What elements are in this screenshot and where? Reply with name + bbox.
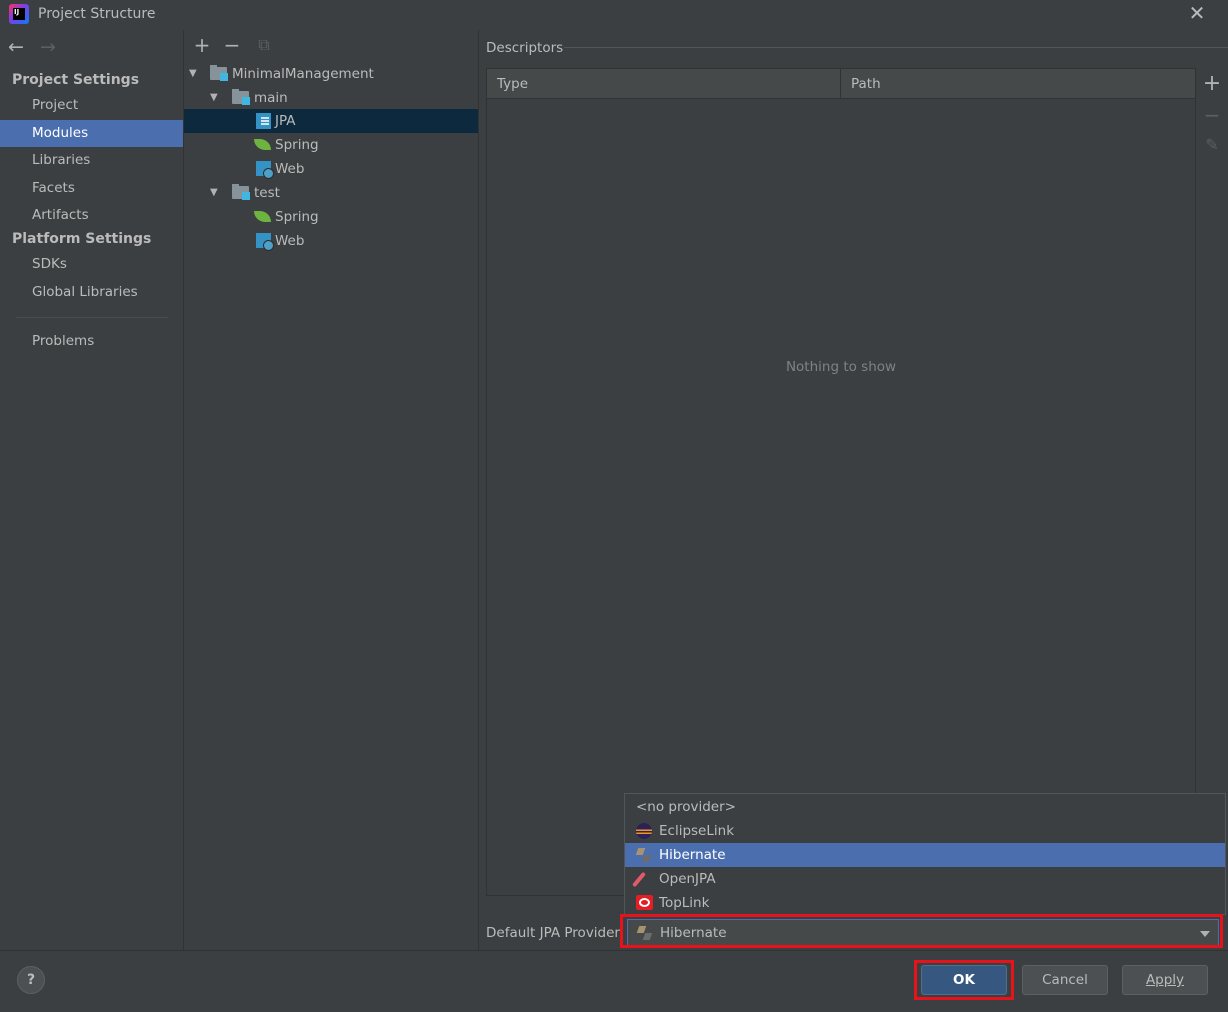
spring-leaf-icon <box>254 139 271 150</box>
platform-settings-header: Platform Settings <box>12 231 152 247</box>
tree-item-label: Spring <box>275 137 319 153</box>
sidebar-item-modules[interactable]: Modules <box>0 120 183 147</box>
tree-item-main[interactable]: ▼ main <box>184 86 479 110</box>
descriptors-table[interactable]: Type Path Nothing to show <box>486 68 1196 896</box>
sidebar-divider <box>16 317 168 318</box>
tree-item-label: MinimalManagement <box>232 66 374 82</box>
add-icon[interactable]: + <box>192 35 212 55</box>
jpa-provider-popup: <no provider> EclipseLink Hibernate Open… <box>624 793 1226 915</box>
tree-item-label: Web <box>275 161 305 177</box>
provider-option-hibernate[interactable]: Hibernate <box>625 843 1225 867</box>
help-button[interactable]: ? <box>17 966 45 994</box>
tree-item-label: JPA <box>275 113 296 129</box>
add-descriptor-icon[interactable]: + <box>1201 73 1223 95</box>
module-folder-icon <box>210 65 228 81</box>
sidebar-item-project[interactable]: Project <box>0 92 183 119</box>
settings-sidebar: ← → Project Settings Project Modules Lib… <box>0 30 183 950</box>
descriptors-separator <box>564 47 1228 48</box>
provider-option-openjpa[interactable]: OpenJPA <box>625 867 1225 891</box>
copy-icon[interactable]: ⧉ <box>254 35 274 55</box>
remove-descriptor-icon[interactable]: − <box>1201 104 1223 126</box>
expand-arrow-icon[interactable]: ▼ <box>210 181 222 205</box>
remove-icon[interactable]: − <box>222 35 242 55</box>
expand-arrow-icon[interactable]: ▼ <box>189 62 201 86</box>
window-title: Project Structure <box>38 6 156 22</box>
jpa-icon <box>256 113 271 129</box>
tree-item-label: main <box>254 90 288 106</box>
tree-item-main-spring[interactable]: Spring <box>184 133 479 157</box>
jpa-provider-dropdown[interactable]: Hibernate <box>627 919 1219 947</box>
hibernate-icon <box>636 847 652 863</box>
tree-item-label: test <box>254 185 280 201</box>
column-header-path[interactable]: Path <box>841 69 1195 99</box>
option-label: TopLink <box>659 895 710 911</box>
sidebar-item-libraries[interactable]: Libraries <box>0 147 183 174</box>
sidebar-item-sdks[interactable]: SDKs <box>0 251 183 278</box>
tree-item-test-web[interactable]: Web <box>184 229 479 253</box>
tree-item-main-jpa[interactable]: JPA <box>184 109 479 133</box>
chevron-down-icon[interactable] <box>1200 931 1210 937</box>
sidebar-item-problems[interactable]: Problems <box>0 328 183 355</box>
option-label: Hibernate <box>659 847 726 863</box>
web-icon <box>256 233 274 251</box>
module-folder-icon <box>232 89 250 105</box>
tree-item-label: Web <box>275 233 305 249</box>
provider-selected-value: Hibernate <box>660 925 727 941</box>
dialog-button-bar: ? OK Cancel Apply <box>0 950 1228 1012</box>
option-label: OpenJPA <box>659 871 716 887</box>
descriptors-title: Descriptors <box>486 40 564 56</box>
column-header-type[interactable]: Type <box>487 69 841 99</box>
forward-arrow-icon[interactable]: → <box>40 37 56 57</box>
ok-button[interactable]: OK <box>921 965 1007 995</box>
tree-item-label: Spring <box>275 209 319 225</box>
sidebar-item-facets[interactable]: Facets <box>0 175 183 202</box>
module-tree-panel: + − ⧉ ▼ MinimalManagement ▼ main JPA Spr… <box>183 30 479 950</box>
sidebar-item-global-libraries[interactable]: Global Libraries <box>0 279 183 306</box>
provider-option-toplink[interactable]: TopLink <box>625 891 1225 915</box>
title-bar: IJ Project Structure ✕ <box>0 0 1228 30</box>
empty-state-text: Nothing to show <box>785 359 897 375</box>
tree-item-root[interactable]: ▼ MinimalManagement <box>184 62 479 86</box>
close-icon[interactable]: ✕ <box>1186 2 1208 24</box>
option-label: <no provider> <box>636 799 736 815</box>
edit-descriptor-icon[interactable]: ✎ <box>1201 134 1223 156</box>
hibernate-icon <box>637 925 653 941</box>
module-folder-icon <box>232 184 250 200</box>
tree-item-test[interactable]: ▼ test <box>184 181 479 205</box>
provider-option-none[interactable]: <no provider> <box>625 795 1225 819</box>
project-settings-header: Project Settings <box>12 72 140 88</box>
openjpa-icon <box>632 871 646 888</box>
back-arrow-icon[interactable]: ← <box>8 37 24 57</box>
expand-arrow-icon[interactable]: ▼ <box>210 86 222 110</box>
provider-option-eclipselink[interactable]: EclipseLink <box>625 819 1225 843</box>
spring-leaf-icon <box>254 211 271 222</box>
sidebar-item-artifacts[interactable]: Artifacts <box>0 202 183 229</box>
apply-button[interactable]: Apply <box>1122 965 1208 995</box>
eclipselink-icon <box>636 823 652 839</box>
tree-item-test-spring[interactable]: Spring <box>184 205 479 229</box>
table-header: Type Path <box>487 69 1195 99</box>
option-label: EclipseLink <box>659 823 735 839</box>
web-icon <box>256 161 274 179</box>
toplink-icon <box>636 895 653 910</box>
intellij-icon: IJ <box>9 4 29 24</box>
default-jpa-provider-label: Default JPA Provider <box>486 925 620 941</box>
cancel-button[interactable]: Cancel <box>1022 965 1108 995</box>
tree-item-main-web[interactable]: Web <box>184 157 479 181</box>
